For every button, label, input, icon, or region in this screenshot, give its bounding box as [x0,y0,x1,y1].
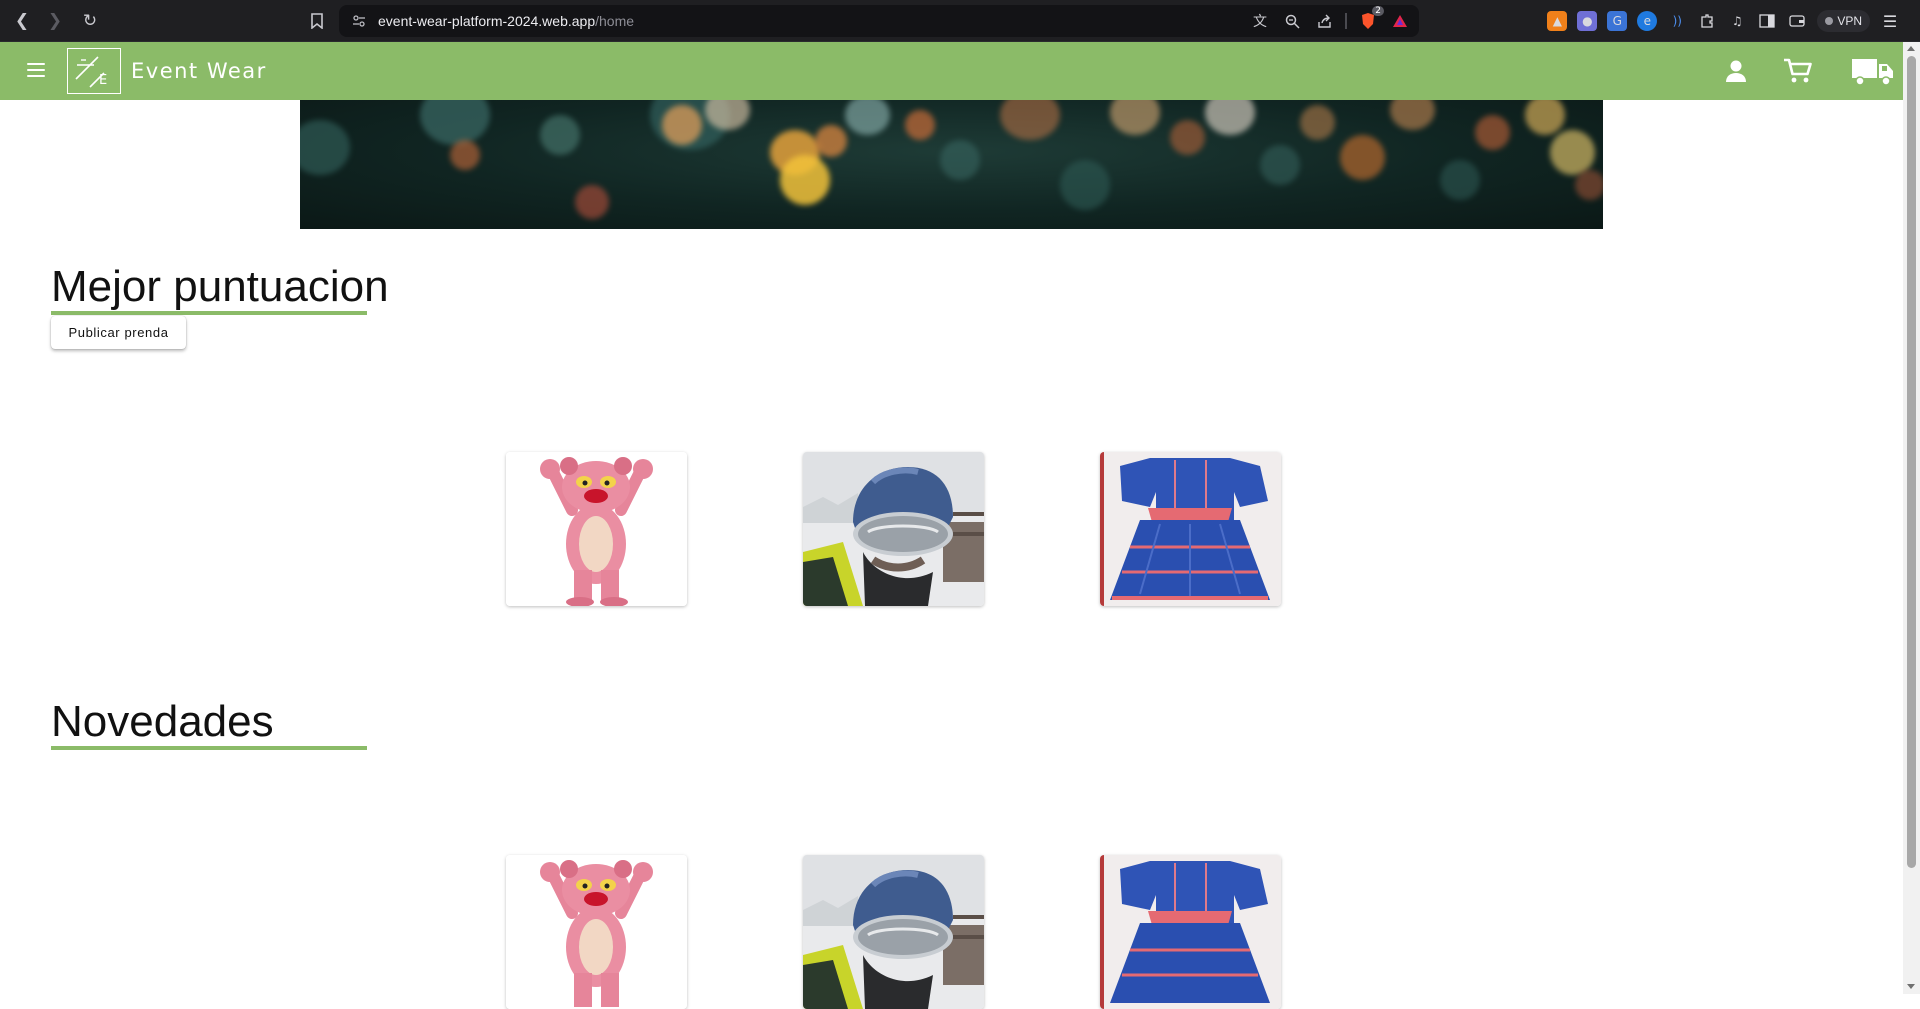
translate-extension-icon[interactable]: G [1607,11,1628,31]
url-text: event-wear-platform-2024.web.app/home [378,13,634,29]
page-scrollbar[interactable] [1903,42,1920,994]
brave-rewards-icon[interactable] [1389,10,1411,32]
reload-icon[interactable]: ↻ [78,9,102,33]
scroll-down-icon[interactable] [1907,984,1915,989]
hero-banner-image [300,100,1603,229]
product-card[interactable] [506,452,687,606]
zoom-icon[interactable] [1281,10,1303,32]
blue-folk-dress-image [1100,452,1281,606]
delivery-truck-icon[interactable] [1851,51,1895,91]
translate-icon[interactable]: 文 [1249,10,1271,32]
share-icon[interactable] [1313,10,1335,32]
pink-panther-costume-image [506,855,687,1009]
scroll-up-icon[interactable] [1907,46,1915,51]
media-icon[interactable]: ♫ [1727,11,1747,31]
wallet-icon[interactable] [1787,11,1807,31]
product-card[interactable] [803,855,984,1009]
brand[interactable]: E Event Wear [67,42,267,100]
wallet-extension-icon[interactable]: ● [1577,11,1598,31]
vpn-status-icon [1825,17,1834,25]
browser-menu-icon[interactable]: ☰ [1880,11,1900,31]
brand-logo-icon: E [67,48,121,94]
pink-panther-costume-image [506,452,687,606]
bookmark-icon[interactable] [305,9,329,33]
separator [1345,13,1347,29]
site-info-icon[interactable] [351,13,367,29]
audio-extension-icon[interactable]: )) [1667,11,1687,31]
product-card[interactable] [1100,855,1281,1009]
section-title-new-arrivals: Novedades [51,697,274,746]
publish-garment-button[interactable]: Publicar prenda [51,316,186,349]
account-icon[interactable] [1723,51,1749,91]
vpn-button[interactable]: VPN [1817,10,1870,32]
browser-toolbar: ❮ ❯ ↻ event-wear-platform-2024.web.app/h… [0,0,1920,42]
vpn-label: VPN [1837,14,1862,28]
brave-shields-icon[interactable]: 2 [1357,6,1384,32]
brand-name: Event Wear [131,59,267,83]
product-card[interactable] [803,452,984,606]
section-underline [51,746,367,750]
brand-logo-letter: E [99,73,108,88]
hamburger-menu-icon[interactable] [22,59,50,83]
section-underline [51,311,367,315]
cart-icon[interactable] [1783,51,1813,91]
url-path: /home [595,13,635,29]
app-header: E Event Wear [0,42,1903,100]
url-host: event-wear-platform-2024.web.app [378,13,596,29]
shields-badge: 2 [1372,6,1384,16]
address-bar[interactable]: event-wear-platform-2024.web.app/home 文 … [339,5,1419,37]
back-icon[interactable]: ❮ [10,9,34,33]
section-title-top-rated: Mejor puntuacion [51,262,389,311]
sidebar-icon[interactable] [1757,11,1777,31]
product-card[interactable] [1100,452,1281,606]
forward-icon[interactable]: ❯ [43,9,67,33]
scrollbar-thumb[interactable] [1907,56,1916,868]
blue-folk-dress-image [1100,855,1281,1009]
metamask-extension-icon[interactable]: ▲ [1547,11,1568,31]
product-card[interactable] [506,855,687,1009]
ski-helmet-selfie-image [803,452,984,606]
edge-extension-icon[interactable]: e [1637,11,1658,31]
extensions-icon[interactable] [1697,11,1717,31]
ski-helmet-selfie-image [803,855,984,1009]
